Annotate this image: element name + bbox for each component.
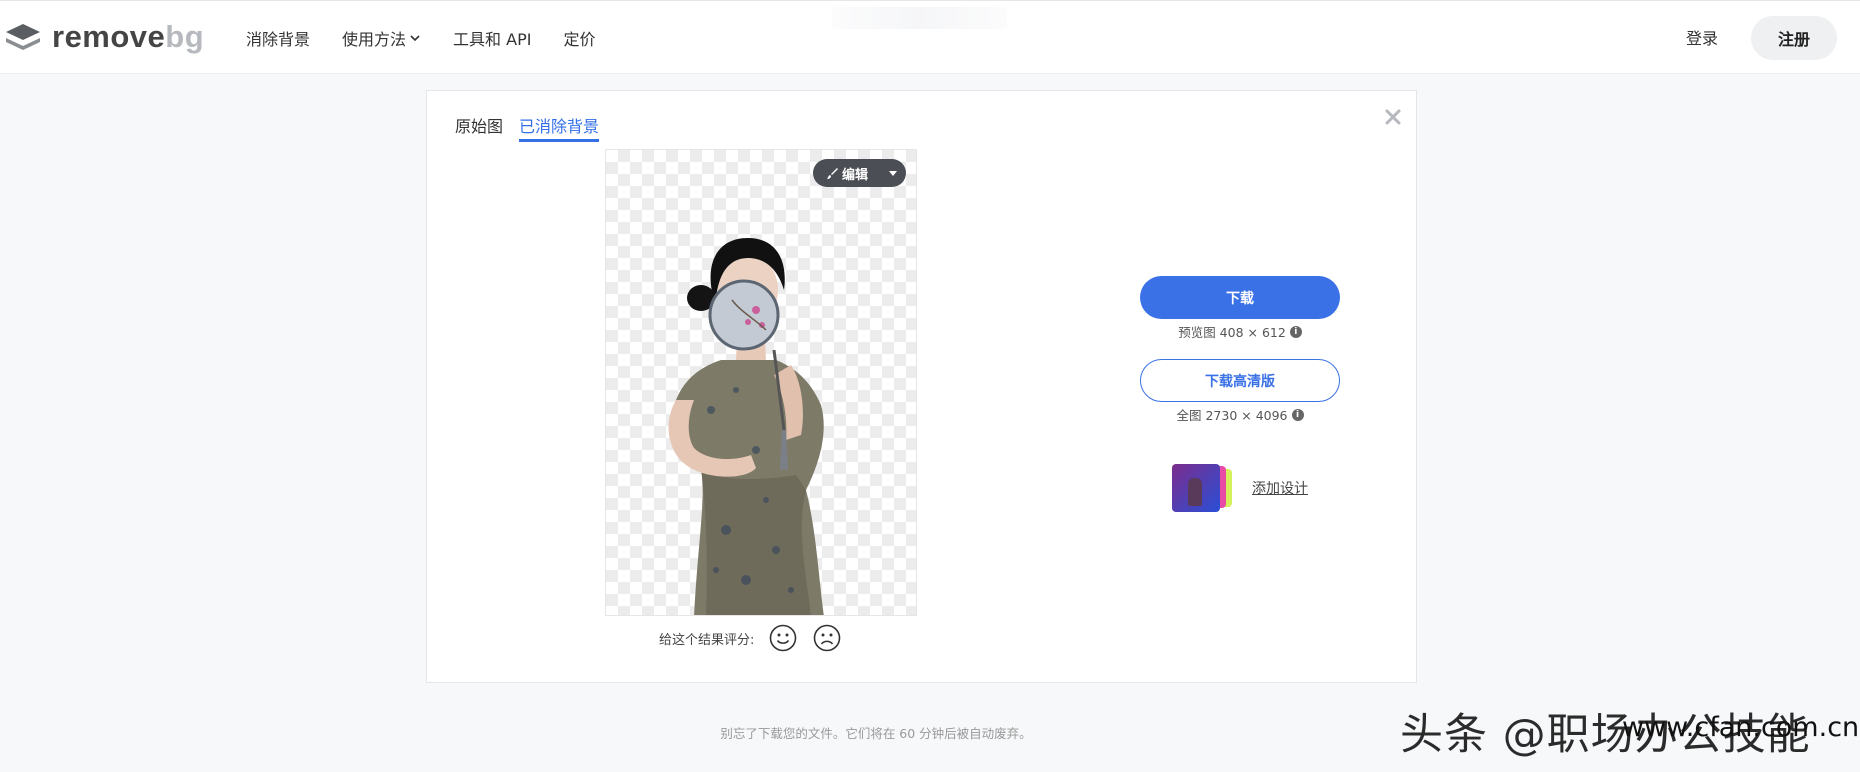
rating-prompt: 给这个结果评分:	[659, 632, 755, 648]
add-design: 添加设计	[1172, 464, 1308, 512]
close-icon[interactable]	[1383, 107, 1403, 127]
nav-how-to[interactable]: 使用方法	[342, 26, 421, 50]
header-placeholder	[832, 7, 1007, 29]
tab-removed-bg[interactable]: 已消除背景	[519, 113, 600, 142]
watermark-site: www.cfan.com.cn	[1622, 712, 1860, 743]
edit-button[interactable]: 编辑	[813, 159, 880, 187]
edit-button-group: 编辑	[813, 159, 906, 187]
logo[interactable]: removebg	[4, 19, 204, 55]
nav-tools-api[interactable]: 工具和 API	[453, 26, 531, 50]
top-header: removebg 消除背景 使用方法 工具和 API 定价 登录 注册	[0, 0, 1860, 74]
result-preview-image	[605, 149, 917, 616]
rating-row: 给这个结果评分:	[659, 623, 842, 653]
design-thumbnails[interactable]	[1172, 464, 1244, 512]
main-nav: 消除背景 使用方法 工具和 API 定价	[246, 1, 595, 75]
download-preview-info: 预览图 408 × 612 i	[1140, 322, 1340, 341]
nav-pricing[interactable]: 定价	[563, 26, 595, 50]
view-tabs: 原始图 已消除背景	[455, 113, 600, 142]
download-button[interactable]: 下载	[1140, 276, 1340, 319]
download-hd-info: 全图 2730 × 4096 i	[1140, 405, 1340, 424]
logo-icon	[6, 24, 40, 50]
login-link[interactable]: 登录	[1686, 25, 1718, 49]
download-hd-button[interactable]: 下载高清版	[1140, 359, 1340, 402]
signup-button[interactable]: 注册	[1751, 16, 1837, 60]
cutout-person-image	[668, 238, 824, 615]
chevron-down-icon	[410, 35, 420, 42]
caret-down-icon	[889, 170, 897, 176]
add-design-link[interactable]: 添加设计	[1252, 478, 1308, 498]
info-icon[interactable]: i	[1289, 325, 1302, 338]
frown-icon[interactable]	[812, 623, 842, 653]
edit-dropdown-toggle[interactable]	[880, 159, 906, 187]
logo-text: removebg	[52, 19, 205, 54]
nav-remove-bg[interactable]: 消除背景	[246, 26, 310, 50]
info-icon[interactable]: i	[1291, 408, 1304, 421]
brush-icon	[827, 167, 838, 179]
smile-icon[interactable]	[768, 623, 798, 653]
tab-original[interactable]: 原始图	[455, 113, 503, 142]
